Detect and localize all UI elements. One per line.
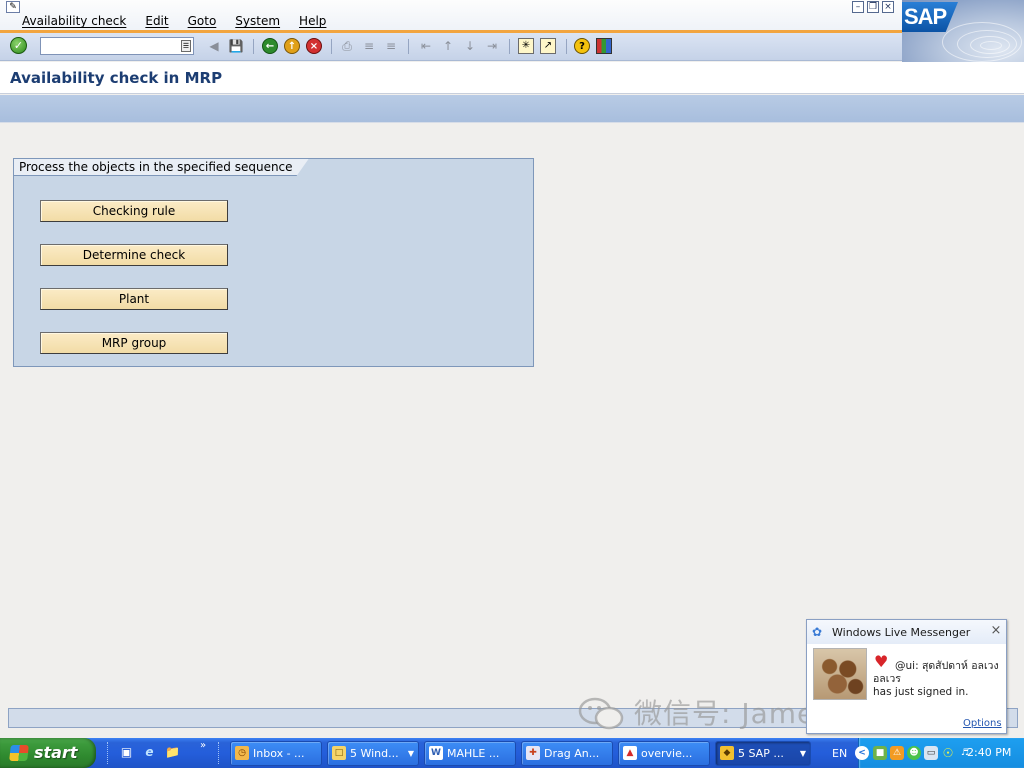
messenger-contact-name: @ui: สุดสัปดาห์ อลเวง bbox=[895, 660, 999, 672]
explorer-icon[interactable]: 📁 bbox=[164, 744, 181, 761]
messenger-status: has just signed in. bbox=[873, 686, 969, 698]
window-controls: – ❐ × bbox=[852, 1, 894, 13]
clock[interactable]: 2:40 PM bbox=[967, 746, 1011, 759]
task-label: Inbox - ... bbox=[253, 747, 305, 760]
minimize-icon[interactable]: – bbox=[852, 1, 864, 13]
wechat-icon bbox=[578, 697, 624, 730]
next-page-icon[interactable]: ↓ bbox=[462, 38, 478, 54]
mrp-group-button[interactable]: MRP group bbox=[40, 332, 228, 354]
task-word-document[interactable]: W MAHLE ... bbox=[424, 741, 516, 766]
messenger-logo-icon: ✿ bbox=[812, 625, 823, 639]
quick-launch-more-icon[interactable]: » bbox=[200, 740, 206, 751]
menu-system[interactable]: System bbox=[235, 14, 280, 28]
task-label: 5 SAP ... bbox=[738, 747, 784, 760]
outlook-icon: ◷ bbox=[235, 746, 249, 760]
layout-menu-icon[interactable] bbox=[596, 38, 612, 54]
find-next-icon[interactable]: ≡ bbox=[383, 38, 399, 54]
task-sap[interactable]: ◆ 5 SAP ... ▼ bbox=[715, 741, 811, 766]
task-pdf[interactable]: ▲ overvie... bbox=[618, 741, 710, 766]
messenger-tray-icon[interactable]: ☻ bbox=[907, 746, 921, 760]
show-desktop-icon[interactable]: ▣ bbox=[118, 744, 135, 761]
print-icon[interactable]: ⎙ bbox=[339, 38, 355, 54]
help-icon[interactable]: ? bbox=[574, 38, 590, 54]
windows-flag-icon bbox=[9, 745, 29, 761]
sap-logo-text: SAP bbox=[902, 2, 958, 32]
task-label: MAHLE ... bbox=[447, 747, 500, 760]
command-dropdown-icon[interactable]: ☰ bbox=[181, 40, 191, 52]
cancel-icon[interactable]: × bbox=[306, 38, 322, 54]
exit-icon[interactable]: ↑ bbox=[284, 38, 300, 54]
folder-icon: □ bbox=[332, 746, 346, 760]
shortcut-icon[interactable]: ↗ bbox=[540, 38, 556, 54]
toolbar-separator bbox=[408, 39, 409, 54]
task-drag[interactable]: ✚ Drag An... bbox=[521, 741, 613, 766]
sap-logo: SAP bbox=[902, 0, 1024, 62]
word-icon: W bbox=[429, 746, 443, 760]
previous-page-icon[interactable]: ↑ bbox=[440, 38, 456, 54]
network-icon[interactable]: ■ bbox=[873, 746, 887, 760]
close-icon[interactable]: × bbox=[989, 624, 1003, 638]
toolbar-grip[interactable] bbox=[107, 742, 111, 764]
close-icon[interactable]: × bbox=[882, 1, 894, 13]
sap-icon: ◆ bbox=[720, 746, 734, 760]
messenger-message: @ui: สุดสัปดาห์ อลเวง อลเวร has just sig… bbox=[873, 660, 1003, 699]
taskbar: start ▣ e 📁 » ◷ Inbox - ... □ 5 Wind... … bbox=[0, 738, 1024, 768]
chevron-down-icon: ▼ bbox=[407, 749, 414, 758]
start-button[interactable]: start bbox=[0, 738, 96, 768]
internet-explorer-icon[interactable]: e bbox=[141, 744, 158, 761]
messenger-notification[interactable]: ✿ Windows Live Messenger × ♥ @ui: สุดสัป… bbox=[806, 619, 1007, 734]
task-label: 5 Wind... bbox=[350, 747, 399, 760]
messenger-options-link[interactable]: Options bbox=[963, 718, 1002, 729]
display-icon[interactable]: ▭ bbox=[924, 746, 938, 760]
messenger-header: ✿ Windows Live Messenger × bbox=[807, 620, 1006, 644]
toolbar-separator bbox=[566, 39, 567, 54]
start-label: start bbox=[34, 743, 78, 762]
task-label: Drag An... bbox=[544, 747, 600, 760]
menu-help[interactable]: Help bbox=[299, 14, 326, 28]
security-icon[interactable]: ⚠ bbox=[890, 746, 904, 760]
messenger-title: Windows Live Messenger bbox=[832, 626, 971, 639]
contact-avatar[interactable] bbox=[813, 648, 867, 700]
task-label: overvie... bbox=[641, 747, 693, 760]
command-field[interactable]: ☰ bbox=[40, 37, 194, 55]
menu-availability-check[interactable]: Availability check bbox=[22, 14, 126, 28]
task-windows-explorer[interactable]: □ 5 Wind... ▼ bbox=[327, 741, 419, 766]
wireless-icon[interactable]: ☉ bbox=[941, 746, 955, 760]
last-page-icon[interactable]: ⇥ bbox=[484, 38, 500, 54]
group-title: Process the objects in the specified seq… bbox=[14, 159, 309, 176]
restore-icon[interactable]: ❐ bbox=[867, 1, 879, 13]
title-bar: Availability check in MRP bbox=[0, 62, 1024, 94]
first-page-icon[interactable]: ⇤ bbox=[418, 38, 434, 54]
toolbar-separator bbox=[253, 39, 254, 54]
page-title: Availability check in MRP bbox=[10, 69, 223, 87]
toolbar-separator bbox=[331, 39, 332, 54]
toolbar-grip[interactable] bbox=[218, 742, 222, 764]
tray-expand-icon[interactable]: < bbox=[855, 746, 869, 760]
pdf-icon: ▲ bbox=[623, 746, 637, 760]
chevron-down-icon: ▼ bbox=[799, 749, 806, 758]
save-icon[interactable]: 💾 bbox=[228, 38, 244, 54]
language-indicator[interactable]: EN bbox=[832, 747, 847, 760]
find-icon[interactable]: ≡ bbox=[361, 38, 377, 54]
sequence-group-box: Process the objects in the specified seq… bbox=[13, 158, 534, 367]
checking-rule-button[interactable]: Checking rule bbox=[40, 200, 228, 222]
application-toolbar bbox=[0, 95, 1024, 123]
window-menu-icon[interactable]: ✎ bbox=[6, 1, 20, 13]
enter-icon[interactable]: ✓ bbox=[10, 37, 27, 54]
back-nav-icon[interactable]: ◀ bbox=[206, 38, 222, 54]
drag-icon: ✚ bbox=[526, 746, 540, 760]
menu-goto[interactable]: Goto bbox=[188, 14, 217, 28]
standard-toolbar: ✓ ☰ ◀ 💾 ← ↑ × ⎙ ≡ ≡ ⇤ ↑ ↓ ⇥ ✳ ↗ ? bbox=[0, 33, 902, 61]
task-inbox[interactable]: ◷ Inbox - ... bbox=[230, 741, 322, 766]
plant-button[interactable]: Plant bbox=[40, 288, 228, 310]
menu-items: Availability check Edit Goto System Help bbox=[16, 14, 339, 28]
determine-check-button[interactable]: Determine check bbox=[40, 244, 228, 266]
messenger-contact-name-cont: อลเวร bbox=[873, 673, 901, 685]
toolbar-separator bbox=[509, 39, 510, 54]
create-session-icon[interactable]: ✳ bbox=[518, 38, 534, 54]
menu-bar: ✎ Availability check Edit Goto System He… bbox=[0, 0, 1024, 32]
menu-edit[interactable]: Edit bbox=[145, 14, 168, 28]
back-icon[interactable]: ← bbox=[262, 38, 278, 54]
